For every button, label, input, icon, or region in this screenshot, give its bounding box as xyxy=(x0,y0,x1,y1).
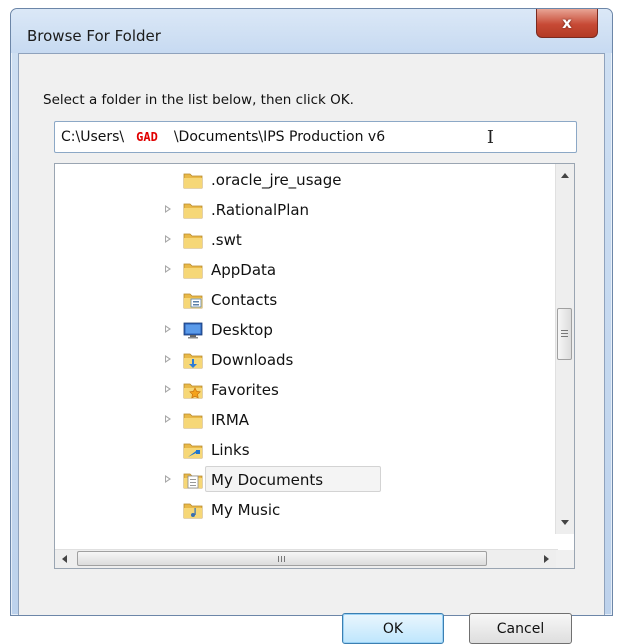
title-bar[interactable]: Browse For Folder x xyxy=(11,9,612,53)
scroll-up-icon[interactable] xyxy=(561,173,569,178)
tree-item-label: .swt xyxy=(211,231,242,249)
vertical-scroll-thumb[interactable] xyxy=(557,308,572,360)
tree-item-label: My Music xyxy=(211,501,281,519)
scrollbar-corner xyxy=(556,550,574,568)
tree-item-label: Links xyxy=(211,441,250,459)
folder-icon xyxy=(183,171,203,189)
path-suffix: \Documents\IPS Production v6 xyxy=(173,129,386,145)
tree-item-label: Favorites xyxy=(211,381,279,399)
favorites-folder-icon xyxy=(183,381,203,399)
text-cursor-icon: I xyxy=(486,127,494,148)
instruction-text: Select a folder in the list below, then … xyxy=(43,92,354,108)
tree-item[interactable]: Favorites xyxy=(55,375,545,405)
browse-for-folder-dialog: Browse For Folder x Select a folder in t… xyxy=(10,8,613,644)
folder-icon xyxy=(183,261,203,279)
expand-arrow-icon[interactable] xyxy=(165,205,171,213)
tree-item[interactable]: IRMA xyxy=(55,405,545,435)
expand-arrow-icon[interactable] xyxy=(165,265,171,273)
path-prefix: C:\Users\ xyxy=(61,129,125,145)
path-user-name: GAD xyxy=(136,130,158,144)
folder-icon xyxy=(183,411,203,429)
horizontal-scrollbar[interactable] xyxy=(55,549,558,568)
links-folder-icon xyxy=(183,441,203,459)
music-folder-icon xyxy=(183,501,203,519)
tree-item[interactable]: .oracle_jre_usage xyxy=(55,165,545,195)
tree-item-label: AppData xyxy=(211,261,277,279)
tree-item-label: .RationalPlan xyxy=(211,201,310,219)
expand-arrow-icon[interactable] xyxy=(165,385,171,393)
tree-item[interactable]: Links xyxy=(55,435,545,465)
scroll-down-icon[interactable] xyxy=(561,520,569,525)
tree-item-label: IRMA xyxy=(211,411,250,429)
tree-item-label: Desktop xyxy=(211,321,273,339)
documents-folder-icon xyxy=(183,471,203,489)
scroll-right-icon[interactable] xyxy=(544,555,549,563)
downloads-folder-icon xyxy=(183,351,203,369)
expand-arrow-icon[interactable] xyxy=(165,415,171,423)
folder-tree[interactable]: .oracle_jre_usage .RationalPlan .swt AppDat… xyxy=(54,163,575,569)
scroll-left-icon[interactable] xyxy=(62,555,67,563)
dialog-client-area: Select a folder in the list below, then … xyxy=(18,53,605,644)
grip-icon xyxy=(561,330,568,337)
tree-item[interactable]: .RationalPlan xyxy=(55,195,545,225)
folder-path-field[interactable]: C:\Users\ GAD \Documents\IPS Production … xyxy=(54,121,577,153)
tree-item[interactable]: .swt xyxy=(55,225,545,255)
grip-icon xyxy=(278,556,285,562)
folder-icon xyxy=(183,201,203,219)
horizontal-scroll-thumb[interactable] xyxy=(77,551,487,566)
tree-item[interactable]: AppData xyxy=(55,255,545,285)
expand-arrow-icon[interactable] xyxy=(165,325,171,333)
tree-item[interactable]: Desktop xyxy=(55,315,545,345)
expand-arrow-icon[interactable] xyxy=(165,235,171,243)
tree-item[interactable]: Contacts xyxy=(55,285,545,315)
tree-item[interactable]: Downloads xyxy=(55,345,545,375)
expand-arrow-icon[interactable] xyxy=(165,355,171,363)
desktop-icon xyxy=(183,321,203,339)
tree-item-label: Contacts xyxy=(211,291,278,309)
tree-item-label: Downloads xyxy=(211,351,294,369)
folder-icon xyxy=(183,231,203,249)
tree-item[interactable]: My Music xyxy=(55,495,545,525)
tree-item[interactable]: My Documents xyxy=(55,465,545,495)
tree-item-label: .oracle_jre_usage xyxy=(211,171,342,189)
dialog-title: Browse For Folder xyxy=(27,27,161,45)
expand-arrow-icon[interactable] xyxy=(165,475,171,483)
vertical-scrollbar[interactable] xyxy=(555,164,574,534)
close-icon: x xyxy=(562,13,572,32)
tree-item-label: My Documents xyxy=(211,471,324,489)
close-button[interactable]: x xyxy=(536,9,598,38)
contacts-folder-icon xyxy=(183,291,203,309)
